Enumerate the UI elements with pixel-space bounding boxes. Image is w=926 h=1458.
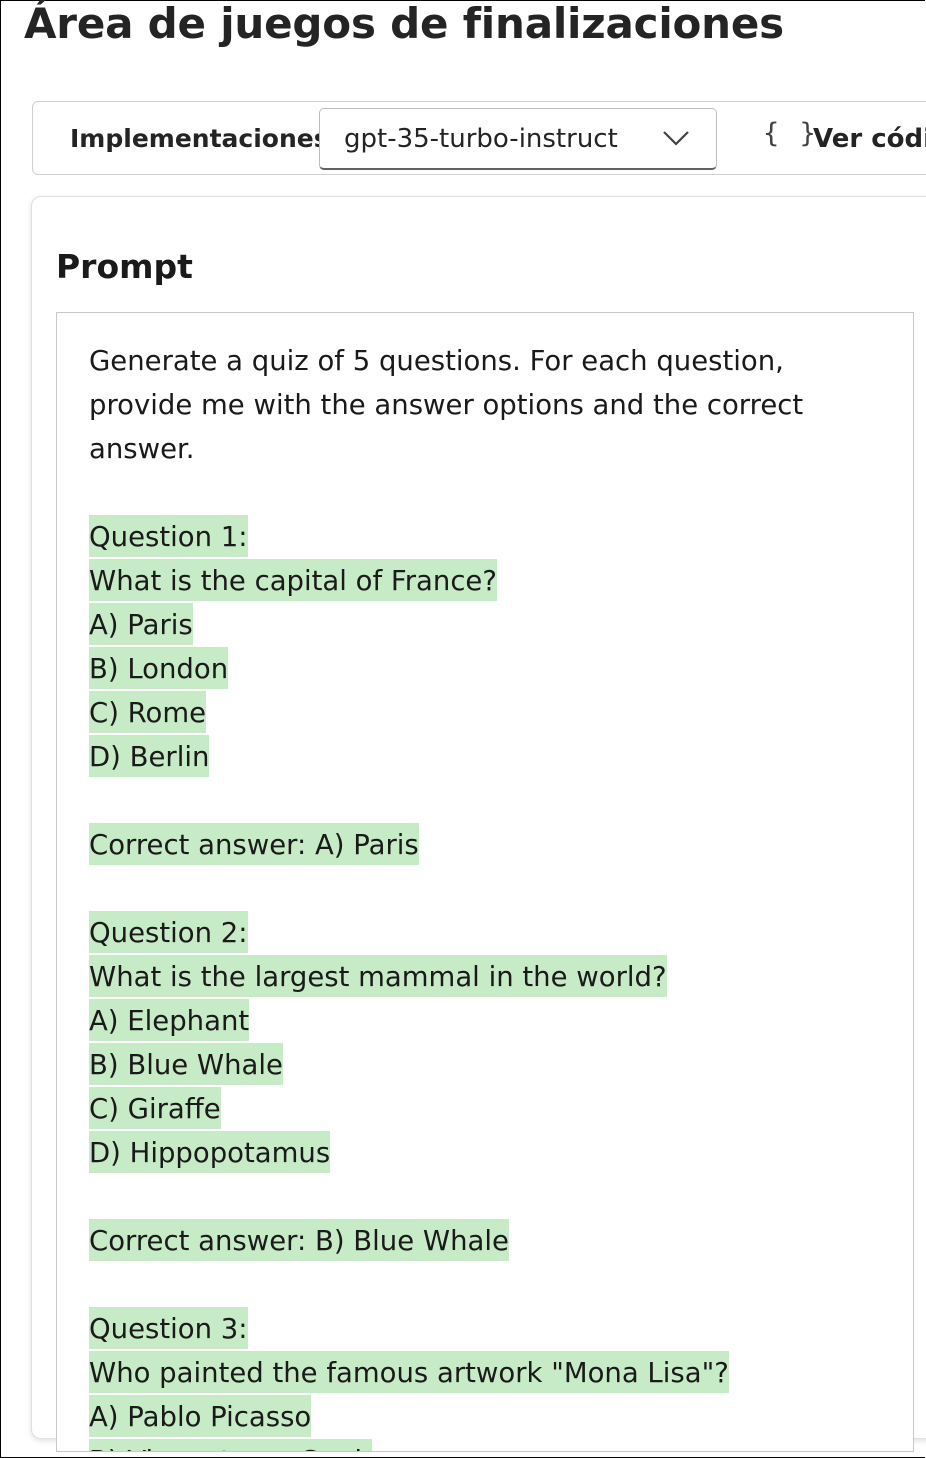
prompt-title: Prompt: [56, 247, 193, 286]
completion-line: B) Blue Whale: [89, 1043, 849, 1087]
view-code-label: Ver código: [813, 124, 926, 154]
completion-line: C) Giraffe: [89, 1087, 849, 1131]
completion-line: [89, 1175, 849, 1219]
completion-line-text: Question 3:: [89, 1307, 248, 1349]
completion-line: Question 2:: [89, 911, 849, 955]
chevron-down-icon: [663, 131, 689, 146]
prompt-textarea[interactable]: Generate a quiz of 5 questions. For each…: [56, 312, 914, 1452]
completion-line: [89, 867, 849, 911]
completion-line-text: B) Blue Whale: [89, 1043, 283, 1085]
prompt-line: provide me with the answer options and t…: [89, 389, 804, 421]
completion-line-text: Correct answer: A) Paris: [89, 823, 419, 865]
completion-line: [89, 779, 849, 823]
completion-line-text: C) Rome: [89, 691, 207, 733]
prompt-line: answer.: [89, 433, 195, 465]
page-title: Área de juegos de finalizaciones: [24, 0, 784, 48]
deployment-select[interactable]: gpt-35-turbo-instruct: [319, 108, 717, 170]
completion-line: [89, 471, 849, 515]
completion-line: B) London: [89, 647, 849, 691]
completion-text: Question 1: What is the capital of France…: [89, 471, 849, 1451]
completion-line-text: B) Vincent van Gogh: [89, 1439, 372, 1451]
completion-line: D) Berlin: [89, 735, 849, 779]
completion-line-text: What is the largest mammal in the world?: [89, 955, 667, 997]
toolbar: Implementaciones gpt-35-turbo-instruct {…: [32, 101, 926, 175]
completion-line: [89, 1263, 849, 1307]
completion-line: A) Elephant: [89, 999, 849, 1043]
completion-line: B) Vincent van Gogh: [89, 1439, 849, 1451]
completion-line-text: Question 2:: [89, 911, 248, 953]
completion-line: C) Rome: [89, 691, 849, 735]
completion-line-text: D) Hippopotamus: [89, 1131, 331, 1173]
completion-line: What is the capital of France?: [89, 559, 849, 603]
completion-line: Correct answer: B) Blue Whale: [89, 1219, 849, 1263]
completion-line: Question 3:: [89, 1307, 849, 1351]
completion-line-text: A) Paris: [89, 603, 193, 645]
completion-line: D) Hippopotamus: [89, 1131, 849, 1175]
completion-line: A) Paris: [89, 603, 849, 647]
completion-line: Who painted the famous artwork "Mona Lis…: [89, 1351, 849, 1395]
completion-line-text: A) Elephant: [89, 999, 250, 1041]
completion-line-text: A) Pablo Picasso: [89, 1395, 312, 1437]
code-braces-icon: { }: [763, 118, 818, 149]
prompt-panel: Prompt Generate a quiz of 5 questions. F…: [31, 196, 926, 1452]
prompt-line: Generate a quiz of 5 questions. For each…: [89, 345, 784, 377]
completion-line-text: C) Giraffe: [89, 1087, 221, 1129]
deployments-label: Implementaciones: [70, 124, 329, 153]
completion-line-text: Correct answer: B) Blue Whale: [89, 1219, 509, 1261]
deployment-select-value: gpt-35-turbo-instruct: [344, 124, 618, 154]
completion-line-text: B) London: [89, 647, 229, 689]
completion-line: A) Pablo Picasso: [89, 1395, 849, 1439]
prompt-content: Generate a quiz of 5 questions. For each…: [89, 339, 849, 1451]
completion-line-text: Who painted the famous artwork "Mona Lis…: [89, 1351, 729, 1393]
completion-line: Correct answer: A) Paris: [89, 823, 849, 867]
completion-line-text: Question 1:: [89, 515, 248, 557]
completion-line-text: D) Berlin: [89, 735, 210, 777]
completion-line: What is the largest mammal in the world?: [89, 955, 849, 999]
completion-line-text: What is the capital of France?: [89, 559, 497, 601]
completion-line: Question 1:: [89, 515, 849, 559]
